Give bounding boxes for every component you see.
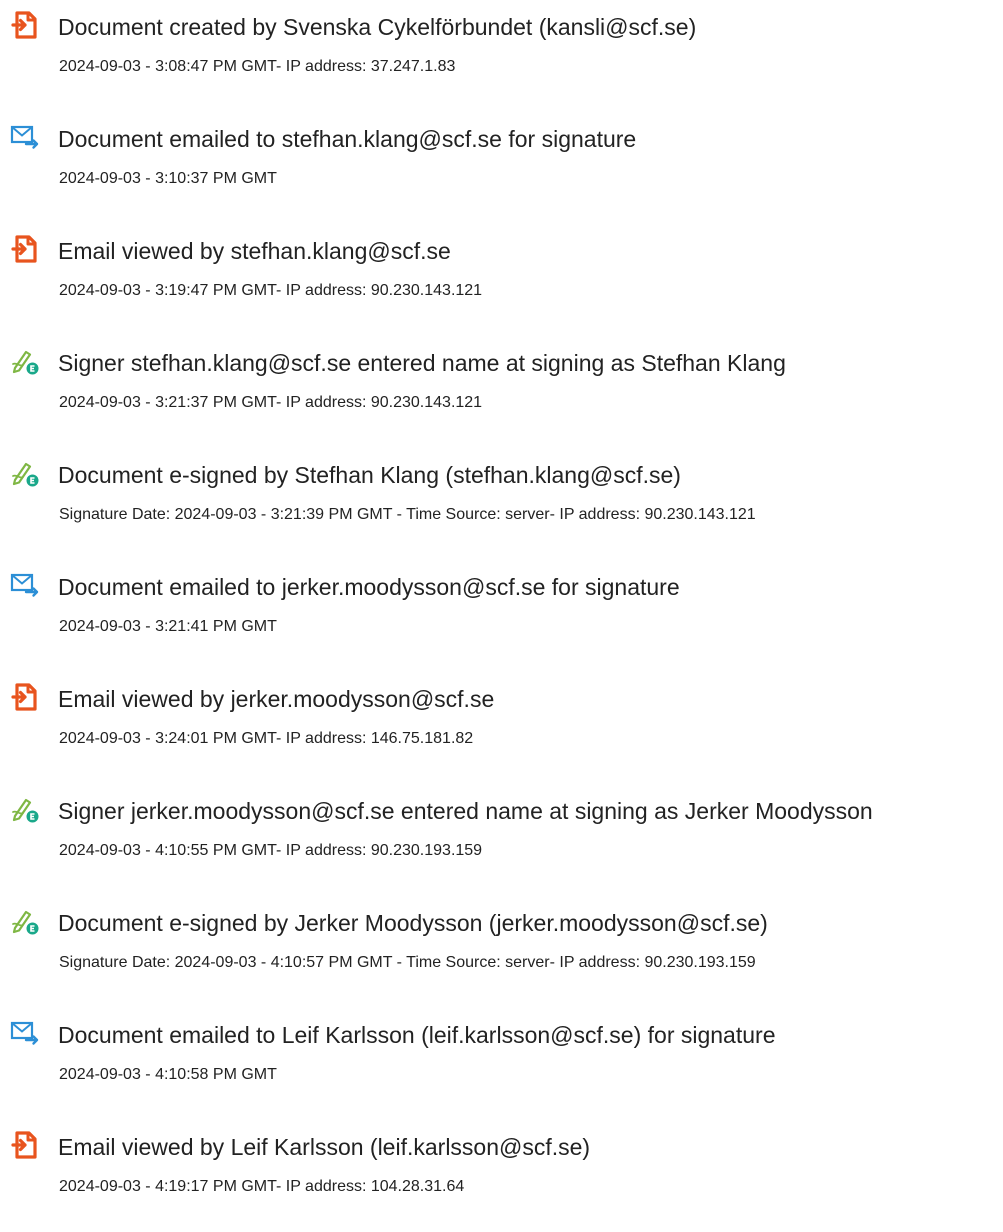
email-send-icon: [10, 570, 40, 600]
entry-title: Email viewed by jerker.moodysson@scf.se: [58, 686, 495, 712]
entry-title: Email viewed by stefhan.klang@scf.se: [58, 238, 451, 264]
entry-detail: 2024-09-03 - 3:21:41 PM GMT: [59, 618, 277, 635]
signature-pen-icon: [10, 458, 40, 488]
audit-entry: Signer jerker.moodysson@scf.se entered n…: [0, 784, 1003, 896]
entry-title: Document created by Svenska Cykelförbund…: [58, 14, 697, 40]
entry-title: Document e-signed by Stefhan Klang (stef…: [58, 462, 681, 488]
audit-entry: Document e-signed by Jerker Moodysson (j…: [0, 896, 1003, 1008]
entry-detail: 2024-09-03 - 3:19:47 PM GMT- IP address:…: [59, 282, 483, 299]
pdf-document-icon: [10, 10, 40, 40]
signature-pen-icon: [10, 346, 40, 376]
audit-trail-list: Document created by Svenska Cykelförbund…: [0, 0, 1003, 1232]
audit-entry: Signer stefhan.klang@scf.se entered name…: [0, 336, 1003, 448]
signature-pen-icon: [10, 794, 40, 824]
entry-detail: 2024-09-03 - 3:24:01 PM GMT- IP address:…: [59, 730, 474, 747]
email-send-icon: [10, 1018, 40, 1048]
entry-detail: 2024-09-03 - 3:10:37 PM GMT: [59, 170, 277, 187]
entry-title: Document emailed to jerker.moodysson@scf…: [58, 574, 680, 600]
pdf-document-icon: [10, 682, 40, 712]
audit-entry: Document e-signed by Stefhan Klang (stef…: [0, 448, 1003, 560]
entry-detail: Signature Date: 2024-09-03 - 3:21:39 PM …: [59, 506, 756, 523]
audit-entry: Document emailed to stefhan.klang@scf.se…: [0, 112, 1003, 224]
audit-entry: Email viewed by stefhan.klang@scf.se 202…: [0, 224, 1003, 336]
audit-entry: Document created by Svenska Cykelförbund…: [0, 0, 1003, 112]
audit-entry: Email viewed by jerker.moodysson@scf.se …: [0, 672, 1003, 784]
entry-detail: 2024-09-03 - 4:10:58 PM GMT: [59, 1066, 277, 1083]
email-send-icon: [10, 122, 40, 152]
audit-entry: Document emailed to jerker.moodysson@scf…: [0, 560, 1003, 672]
pdf-document-icon: [10, 234, 40, 264]
entry-detail: 2024-09-03 - 3:21:37 PM GMT- IP address:…: [59, 394, 483, 411]
entry-detail: 2024-09-03 - 4:19:17 PM GMT- IP address:…: [59, 1178, 465, 1195]
audit-entry: Email viewed by Leif Karlsson (leif.karl…: [0, 1120, 1003, 1232]
pdf-document-icon: [10, 1130, 40, 1160]
entry-title: Signer jerker.moodysson@scf.se entered n…: [58, 798, 873, 824]
entry-title: Email viewed by Leif Karlsson (leif.karl…: [58, 1134, 591, 1160]
entry-title: Signer stefhan.klang@scf.se entered name…: [58, 350, 786, 376]
signature-pen-icon: [10, 906, 40, 936]
entry-detail: 2024-09-03 - 4:10:55 PM GMT- IP address:…: [59, 842, 483, 859]
entry-title: Document emailed to Leif Karlsson (leif.…: [58, 1022, 776, 1048]
audit-entry: Document emailed to Leif Karlsson (leif.…: [0, 1008, 1003, 1120]
entry-title: Document e-signed by Jerker Moodysson (j…: [58, 910, 768, 936]
entry-detail: Signature Date: 2024-09-03 - 4:10:57 PM …: [59, 954, 756, 971]
entry-detail: 2024-09-03 - 3:08:47 PM GMT- IP address:…: [59, 58, 456, 75]
entry-title: Document emailed to stefhan.klang@scf.se…: [58, 126, 637, 152]
